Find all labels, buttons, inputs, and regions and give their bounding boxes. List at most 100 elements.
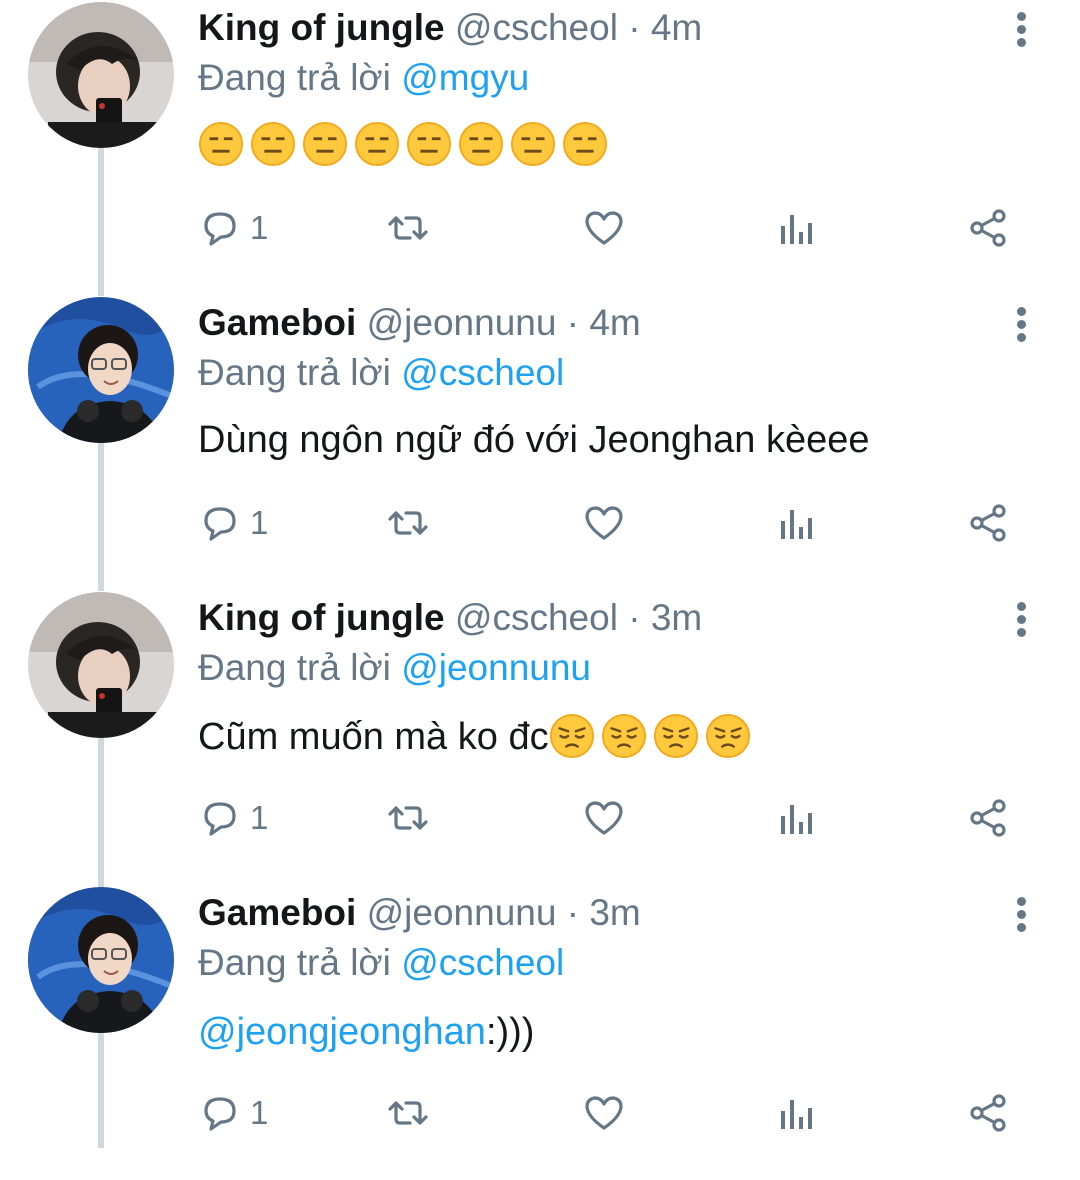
tweet-header: King of jungle @cscheol · 4m	[198, 2, 702, 54]
share-icon	[970, 209, 1006, 247]
reply-icon	[204, 507, 236, 541]
pensive-face-icon	[601, 713, 646, 759]
analytics-button[interactable]	[774, 497, 818, 549]
pensive-face-icon	[653, 713, 698, 759]
like-button[interactable]	[582, 202, 626, 254]
reply-button[interactable]: 1	[198, 1087, 268, 1139]
author-handle: @jeonnunu	[366, 892, 557, 933]
author-name[interactable]: Gameboi	[198, 302, 356, 343]
author-name[interactable]: King of jungle	[198, 7, 445, 48]
author-handle: @jeonnunu	[366, 302, 557, 343]
replying-to: Đang trả lời @jeonnunu	[198, 642, 591, 694]
tweet-actions: 1	[198, 497, 1018, 549]
replying-to: Đang trả lời @cscheol	[198, 347, 564, 399]
replying-to: Đang trả lời @cscheol	[198, 937, 564, 989]
reply-button[interactable]: 1	[198, 792, 268, 844]
share-button[interactable]	[966, 497, 1010, 549]
reply-icon	[204, 1097, 236, 1131]
author-handle: @cscheol	[454, 7, 618, 48]
share-button[interactable]	[966, 202, 1010, 254]
tweet[interactable]: Gameboi @jeonnunu · 4m Đang trả lời @csc…	[0, 295, 1080, 590]
tweet[interactable]: King of jungle @cscheol · 4m Đang trả lờ…	[0, 0, 1080, 295]
retweet-button[interactable]	[386, 202, 430, 254]
avatar[interactable]	[28, 592, 174, 738]
reply-count: 1	[250, 209, 269, 246]
tweet-header: Gameboi @jeonnunu · 3m	[198, 887, 641, 939]
reply-count: 1	[250, 1094, 269, 1131]
more-vertical-icon[interactable]	[1008, 307, 1034, 347]
timestamp[interactable]: 4m	[589, 302, 640, 343]
reply-button[interactable]: 1	[198, 202, 268, 254]
expressionless-face-icon	[406, 121, 452, 167]
tweet-actions: 1	[198, 792, 1018, 844]
analytics-icon	[781, 805, 812, 834]
reply-count: 1	[250, 504, 269, 541]
dark-haired-person-avatar	[28, 2, 174, 148]
reply-icon	[204, 802, 236, 836]
separator: ·	[566, 302, 580, 343]
like-button[interactable]	[582, 1087, 626, 1139]
expressionless-face-icon	[198, 121, 244, 167]
replying-to-label: Đang trả lời	[198, 942, 391, 983]
avatar[interactable]	[28, 2, 174, 148]
replying-to-mention[interactable]: @mgyu	[401, 57, 529, 98]
tweet-text: Cũm muốn mà ko đc	[198, 708, 757, 766]
retweet-icon	[388, 216, 428, 240]
author-name[interactable]: Gameboi	[198, 892, 356, 933]
retweet-button[interactable]	[386, 497, 430, 549]
more-vertical-icon[interactable]	[1008, 602, 1034, 642]
replying-to-mention[interactable]: @cscheol	[401, 942, 564, 983]
expressionless-face-icon	[562, 121, 608, 167]
avatar[interactable]	[28, 887, 174, 1033]
tweet[interactable]: Gameboi @jeonnunu · 3m Đang trả lời @csc…	[0, 885, 1080, 1180]
replying-to: Đang trả lời @mgyu	[198, 52, 529, 104]
person-with-glasses-avatar	[28, 887, 174, 1033]
separator: ·	[628, 597, 641, 638]
reply-button[interactable]: 1	[198, 497, 268, 549]
timestamp[interactable]: 3m	[651, 597, 702, 638]
expressionless-face-icon	[250, 121, 296, 167]
expressionless-face-icon	[510, 121, 556, 167]
person-with-glasses-avatar	[28, 297, 174, 443]
replying-to-label: Đang trả lời	[198, 647, 391, 688]
tweet-actions: 1	[198, 1087, 1018, 1139]
more-vertical-icon[interactable]	[1008, 12, 1034, 52]
like-button[interactable]	[582, 792, 626, 844]
analytics-icon	[781, 510, 812, 539]
avatar[interactable]	[28, 297, 174, 443]
tweet[interactable]: King of jungle @cscheol · 3m Đang trả lờ…	[0, 590, 1080, 885]
heart-icon	[585, 211, 623, 245]
author-handle: @cscheol	[454, 597, 618, 638]
more-vertical-icon[interactable]	[1008, 897, 1034, 937]
heart-icon	[585, 506, 623, 540]
tweet-text-content: :)))	[485, 1011, 535, 1053]
retweet-button[interactable]	[386, 1087, 430, 1139]
share-icon	[970, 1094, 1006, 1132]
pensive-face-icon	[705, 713, 750, 759]
replying-to-mention[interactable]: @cscheol	[401, 352, 564, 393]
replying-to-label: Đang trả lời	[198, 57, 391, 98]
share-icon	[970, 504, 1006, 542]
expressionless-face-icon	[302, 121, 348, 167]
retweet-icon	[388, 511, 428, 535]
share-button[interactable]	[966, 792, 1010, 844]
timestamp[interactable]: 4m	[651, 7, 702, 48]
tweet-text-mention[interactable]: @jeongjeonghan	[198, 1011, 486, 1053]
reply-count: 1	[250, 799, 269, 836]
retweet-icon	[388, 1101, 428, 1125]
expressionless-face-icon	[354, 121, 400, 167]
analytics-button[interactable]	[774, 792, 818, 844]
analytics-button[interactable]	[774, 1087, 818, 1139]
analytics-button[interactable]	[774, 202, 818, 254]
separator: ·	[566, 892, 580, 933]
author-name[interactable]: King of jungle	[198, 597, 445, 638]
share-button[interactable]	[966, 1087, 1010, 1139]
reply-icon	[204, 212, 236, 246]
dark-haired-person-avatar	[28, 592, 174, 738]
replying-to-mention[interactable]: @jeonnunu	[401, 647, 591, 688]
timestamp[interactable]: 3m	[589, 892, 640, 933]
like-button[interactable]	[582, 497, 626, 549]
retweet-icon	[388, 806, 428, 830]
tweet-header: King of jungle @cscheol · 3m	[198, 592, 702, 644]
retweet-button[interactable]	[386, 792, 430, 844]
